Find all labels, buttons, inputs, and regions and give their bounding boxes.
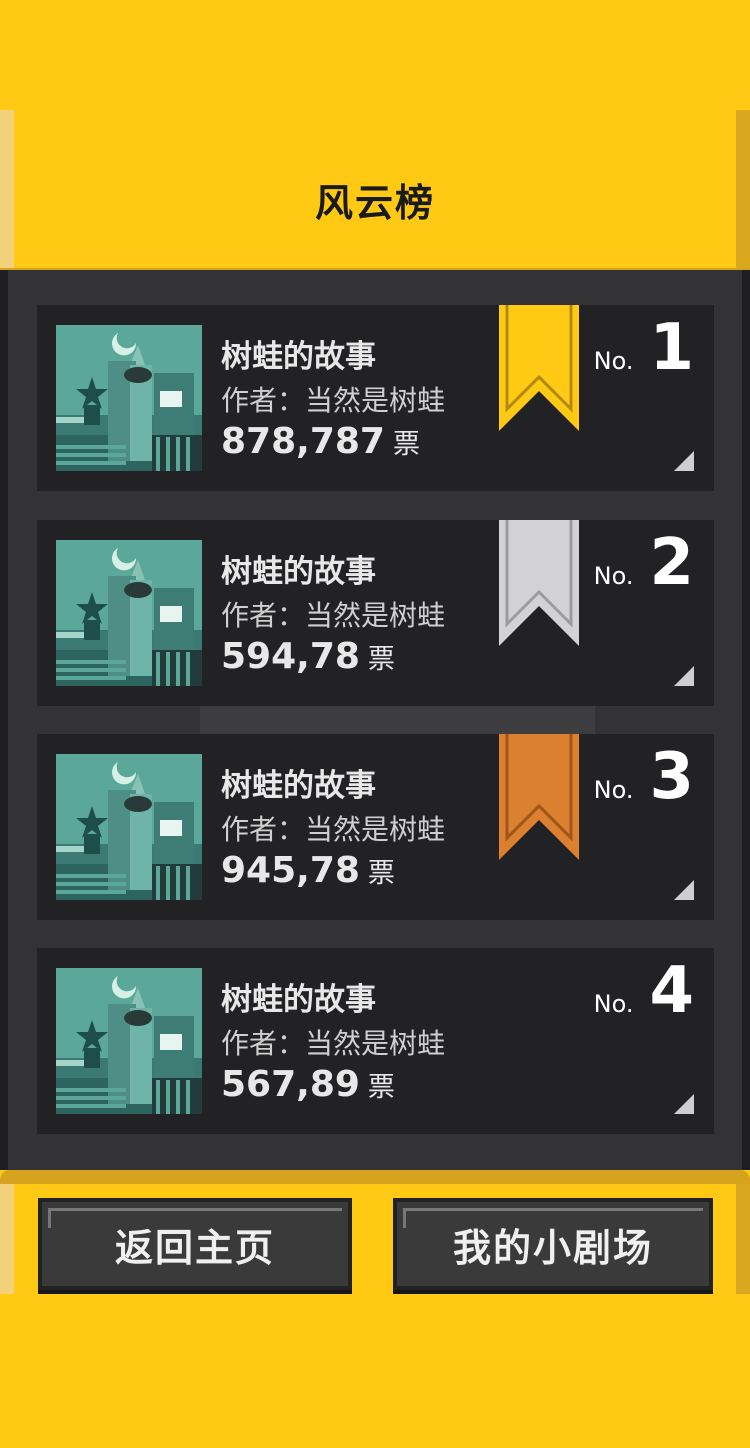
story-author: 作者：当然是树蛙 (221, 599, 446, 632)
vote-unit: 票 (367, 1072, 395, 1103)
vote-count: 567,89 票 (221, 1064, 395, 1105)
footer-top-edge (0, 1170, 750, 1184)
vote-unit: 票 (392, 429, 420, 460)
rank-label: No. 4 (594, 954, 694, 1028)
back-home-button[interactable]: 返回主页 (38, 1198, 352, 1290)
story-author: 作者：当然是树蛙 (221, 384, 446, 417)
leaderboard-page: 风云榜 树蛙的故事 作者：当然是树蛙 878,787 票 No. 1 树蛙的故事… (0, 0, 750, 1448)
vote-number: 878,787 (221, 421, 385, 462)
vote-number: 945,78 (221, 850, 360, 891)
rank-prefix: No. (593, 776, 634, 804)
silver-ribbon-icon (499, 520, 579, 646)
corner-triangle-icon (674, 880, 694, 900)
ranking-card-2[interactable]: 树蛙的故事 作者：当然是树蛙 594,78 票 No. 2 (37, 520, 714, 706)
ranking-card-3[interactable]: 树蛙的故事 作者：当然是树蛙 945,78 票 No. 3 (37, 734, 714, 920)
page-title: 风云榜 (314, 181, 435, 225)
rank-label: No. 1 (594, 311, 694, 385)
story-thumbnail (56, 968, 202, 1114)
rank-label: No. 3 (594, 740, 694, 814)
rank-number: 1 (649, 311, 694, 385)
corner-triangle-icon (674, 451, 694, 471)
header: 风云榜 (0, 0, 750, 278)
footer-edge-right (736, 1184, 750, 1294)
vote-number: 567,89 (221, 1064, 360, 1105)
panel-edge-right (742, 270, 750, 1180)
panel-decoration (200, 706, 595, 736)
corner-triangle-icon (674, 1094, 694, 1114)
story-name: 树蛙的故事 (221, 554, 376, 590)
vote-count: 945,78 票 (221, 850, 395, 891)
story-thumbnail (56, 540, 202, 686)
footer-edge-left (0, 1184, 14, 1294)
rank-prefix: No. (593, 347, 634, 375)
rank-number: 2 (649, 526, 694, 600)
rank-prefix: No. (593, 990, 634, 1018)
my-theater-button[interactable]: 我的小剧场 (393, 1198, 713, 1290)
story-author: 作者：当然是树蛙 (221, 813, 446, 846)
panel-edge-left (0, 270, 8, 1180)
story-thumbnail (56, 754, 202, 900)
rank-label: No. 2 (594, 526, 694, 600)
vote-count: 878,787 票 (221, 421, 420, 462)
ranking-card-1[interactable]: 树蛙的故事 作者：当然是树蛙 878,787 票 No. 1 (37, 305, 714, 491)
story-author: 作者：当然是树蛙 (221, 1027, 446, 1060)
vote-number: 594,78 (221, 636, 360, 677)
story-name: 树蛙的故事 (221, 339, 376, 375)
vote-unit: 票 (367, 858, 395, 889)
ranking-card-4[interactable]: 树蛙的故事 作者：当然是树蛙 567,89 票 No. 4 (37, 948, 714, 1134)
rank-prefix: No. (593, 562, 634, 590)
footer: 返回主页 我的小剧场 (0, 1170, 750, 1448)
story-name: 树蛙的故事 (221, 982, 376, 1018)
gold-ribbon-icon (499, 305, 579, 431)
bronze-ribbon-icon (499, 734, 579, 860)
rank-number: 3 (649, 740, 694, 814)
story-thumbnail (56, 325, 202, 471)
corner-triangle-icon (674, 666, 694, 686)
vote-count: 594,78 票 (221, 636, 395, 677)
rank-number: 4 (649, 954, 694, 1028)
vote-unit: 票 (367, 644, 395, 675)
story-name: 树蛙的故事 (221, 768, 376, 804)
